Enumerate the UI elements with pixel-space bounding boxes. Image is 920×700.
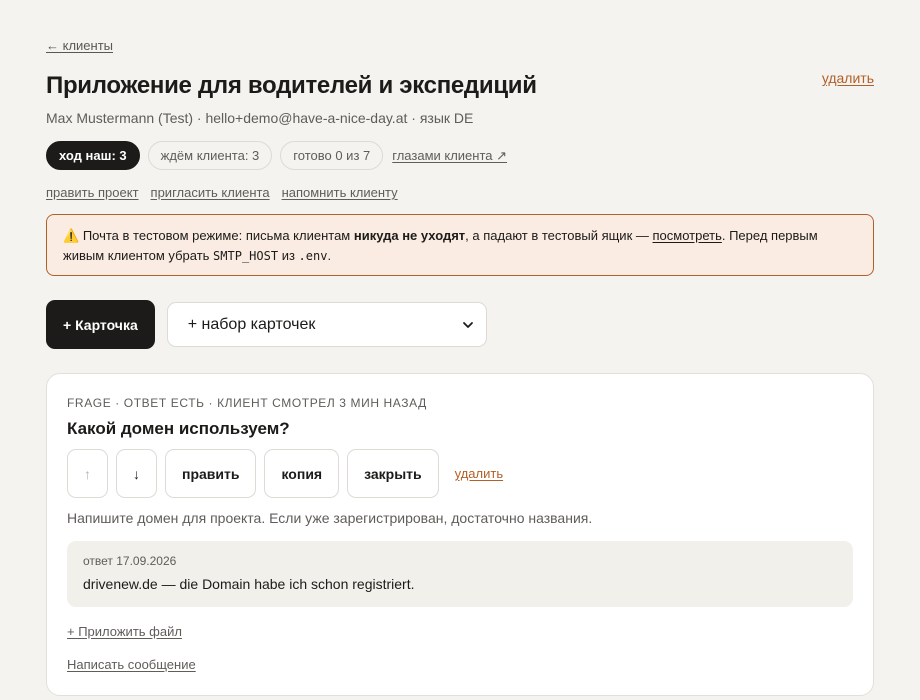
close-card-button[interactable]: закрыть: [347, 449, 439, 498]
card-meta: FRAGE · ОТВЕТ ЕСТЬ · КЛИЕНТ СМОТРЕЛ 3 МИ…: [67, 396, 427, 410]
back-to-clients-link[interactable]: ← клиенты: [46, 38, 113, 53]
status-badge-waiting-client[interactable]: ждём клиента: 3: [147, 141, 273, 170]
page-title: Приложение для водителей и экспедиций: [46, 72, 537, 99]
answer-box: ответ 17.09.2026 drivenew.de — die Domai…: [67, 541, 853, 607]
status-pills: ход наш: 3 ждём клиента: 3 готово 0 из 7…: [46, 141, 507, 170]
delete-card-link[interactable]: удалить: [455, 466, 503, 481]
invite-client-link[interactable]: пригласить клиента: [151, 185, 270, 200]
add-card-button[interactable]: + Карточка: [46, 300, 155, 349]
card-description: Напишите домен для проекта. Если уже зар…: [67, 510, 593, 526]
client-view-link[interactable]: глазами клиента ↗: [392, 148, 507, 164]
move-down-button[interactable]: ↓: [116, 449, 157, 498]
test-mode-notice: ⚠️ Почта в тестовом режиме: письма клиен…: [46, 214, 874, 276]
status-badge-our-move[interactable]: ход наш: 3: [46, 141, 140, 170]
card-controls: ↑ ↓ править копия закрыть удалить: [67, 449, 503, 498]
answer-date: ответ 17.09.2026: [83, 554, 177, 568]
card-set-select[interactable]: + набор карточек: [166, 302, 487, 347]
move-up-button[interactable]: ↑: [67, 449, 108, 498]
client-meta: Max Mustermann (Test) · hello+demo@have-…: [46, 110, 474, 126]
chevron-down-icon: [462, 321, 473, 328]
remind-client-link[interactable]: напомнить клиенту: [282, 185, 398, 200]
attach-file-link[interactable]: + Приложить файл: [67, 624, 182, 639]
warning-icon: ⚠️: [63, 228, 80, 243]
delete-project-link[interactable]: удалить: [822, 70, 874, 86]
project-actions: править проект пригласить клиента напомн…: [46, 185, 398, 200]
card-set-select-value: + набор карточек: [187, 315, 316, 333]
view-test-mailbox-link[interactable]: посмотреть: [652, 228, 721, 243]
answer-text: drivenew.de — die Domain habe ich schon …: [83, 576, 415, 592]
copy-card-button[interactable]: копия: [264, 449, 340, 498]
question-card: FRAGE · ОТВЕТ ЕСТЬ · КЛИЕНТ СМОТРЕЛ 3 МИ…: [46, 373, 874, 696]
card-question: Какой домен используем?: [67, 419, 290, 438]
edit-card-button[interactable]: править: [165, 449, 257, 498]
edit-project-link[interactable]: править проект: [46, 185, 139, 200]
status-badge-ready[interactable]: готово 0 из 7: [280, 141, 384, 170]
write-message-link[interactable]: Написать сообщение: [67, 657, 196, 672]
add-card-row: + Карточка + набор карточек: [46, 300, 487, 349]
